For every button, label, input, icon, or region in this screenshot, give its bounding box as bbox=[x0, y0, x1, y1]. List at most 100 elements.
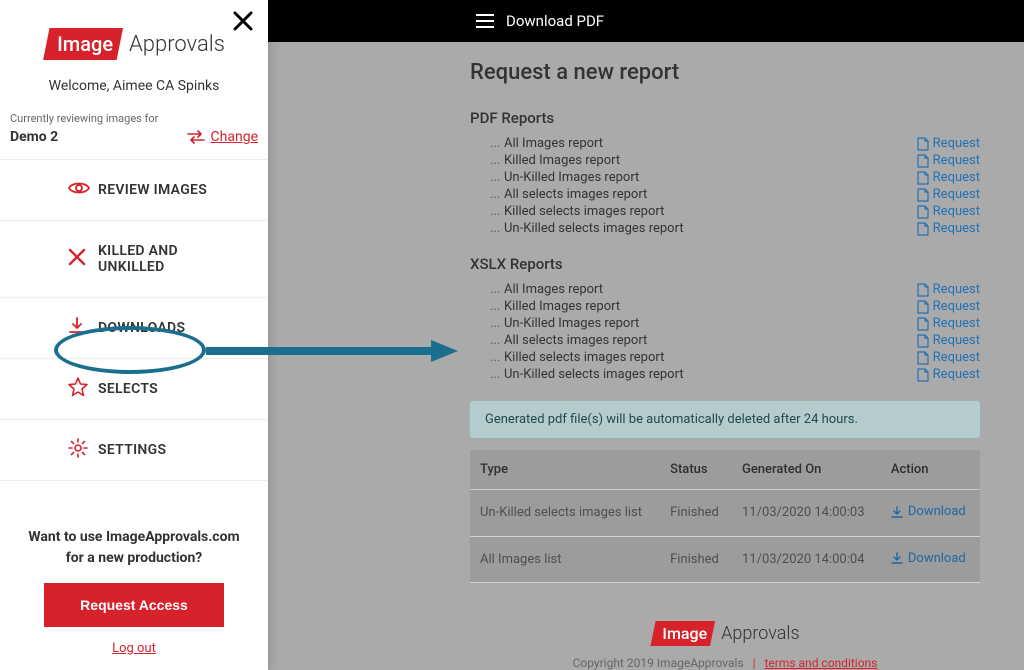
nav-label: REVIEW IMAGES bbox=[98, 182, 207, 198]
report-row: All selects images report Request bbox=[470, 186, 980, 203]
pdf-report-list: All Images reportRequestKilled Images re… bbox=[470, 135, 980, 237]
change-project-link[interactable]: Change bbox=[187, 129, 258, 145]
nav-label: SETTINGS bbox=[98, 442, 166, 458]
nav-label: DOWNLOADS bbox=[98, 320, 185, 336]
logo-mark: Image bbox=[43, 28, 123, 60]
project-row: Demo 2 Change bbox=[0, 129, 268, 160]
request-access-button[interactable]: Request Access bbox=[44, 583, 224, 627]
col-generated: Generated On bbox=[732, 450, 881, 490]
gear-icon bbox=[68, 438, 88, 462]
request-link[interactable]: Request bbox=[917, 282, 980, 297]
cell-generated: 11/03/2020 14:00:04 bbox=[732, 536, 881, 583]
footer-logo-mark: Image bbox=[650, 621, 715, 646]
nav-selects[interactable]: SELECTS bbox=[0, 359, 268, 420]
request-link[interactable]: Request bbox=[917, 204, 980, 219]
request-link[interactable]: Request bbox=[917, 170, 980, 185]
eye-icon bbox=[68, 180, 90, 200]
cell-generated: 11/03/2020 14:00:03 bbox=[732, 490, 881, 537]
nav-downloads[interactable]: DOWNLOADS bbox=[0, 298, 268, 359]
notice-banner: Generated pdf file(s) will be automatica… bbox=[470, 401, 980, 438]
report-label: All selects images report bbox=[470, 333, 647, 348]
footer-separator: | bbox=[753, 656, 756, 670]
swap-icon bbox=[187, 130, 205, 144]
request-link[interactable]: Request bbox=[917, 367, 980, 382]
pdf-section-title: PDF Reports bbox=[470, 109, 980, 127]
download-icon bbox=[68, 317, 86, 339]
welcome-text: Welcome, Aimee CA Spinks bbox=[0, 70, 268, 112]
x-icon bbox=[68, 248, 86, 270]
col-type: Type bbox=[470, 450, 660, 490]
col-action: Action bbox=[881, 450, 980, 490]
download-link[interactable]: Download bbox=[891, 551, 966, 566]
report-row: Killed Images report Request bbox=[470, 152, 980, 169]
topbar: Download PDF bbox=[268, 0, 1024, 42]
project-name: Demo 2 bbox=[10, 129, 58, 145]
cta-text: Want to use ImageApprovals.com for a new… bbox=[26, 527, 242, 569]
cell-type: All Images list bbox=[470, 536, 660, 583]
col-status: Status bbox=[660, 450, 732, 490]
main-content: Request a new report PDF Reports All Ima… bbox=[470, 60, 980, 670]
xlsx-report-list: All Images reportRequestKilled Images re… bbox=[470, 281, 980, 383]
change-label: Change bbox=[211, 129, 258, 145]
logo: Image Approvals bbox=[0, 0, 268, 70]
cell-type: Un-Killed selects images list bbox=[470, 490, 660, 537]
request-link[interactable]: Request bbox=[917, 136, 980, 151]
report-label: Un-Killed Images report bbox=[470, 170, 639, 185]
star-icon bbox=[68, 377, 88, 401]
table-row: Un-Killed selects images listFinished11/… bbox=[470, 490, 980, 537]
request-link[interactable]: Request bbox=[917, 316, 980, 331]
report-row: Un-Killed selects images report Request bbox=[470, 366, 980, 383]
downloads-table: Type Status Generated On Action Un-Kille… bbox=[470, 450, 980, 583]
cta-block: Want to use ImageApprovals.com for a new… bbox=[0, 507, 268, 670]
table-row: All Images listFinished11/03/2020 14:00:… bbox=[470, 536, 980, 583]
report-label: Killed selects images report bbox=[470, 204, 664, 219]
report-row: Killed selects images report Request bbox=[470, 203, 980, 220]
logout-link[interactable]: Log out bbox=[26, 641, 242, 656]
logo-text: Approvals bbox=[129, 32, 225, 57]
request-link[interactable]: Request bbox=[917, 350, 980, 365]
cell-status: Finished bbox=[660, 490, 732, 537]
nav-label: SELECTS bbox=[98, 381, 158, 397]
report-row: Killed selects images report Request bbox=[470, 349, 980, 366]
nav: REVIEW IMAGES KILLED AND UNKILLED DOWNLO… bbox=[0, 160, 268, 481]
request-link[interactable]: Request bbox=[917, 187, 980, 202]
notice-text: Generated pdf file(s) will be automatica… bbox=[485, 412, 858, 427]
report-row: Un-Killed selects images report Request bbox=[470, 220, 980, 237]
request-link[interactable]: Request bbox=[917, 333, 980, 348]
report-label: All Images report bbox=[470, 282, 603, 297]
footer: Image Approvals Copyright 2019 ImageAppr… bbox=[470, 621, 980, 670]
report-row: Un-Killed Images report Request bbox=[470, 169, 980, 186]
footer-logo-text: Approvals bbox=[721, 623, 799, 644]
report-label: All Images report bbox=[470, 136, 603, 151]
nav-killed-unkilled[interactable]: KILLED AND UNKILLED bbox=[0, 221, 268, 298]
close-icon[interactable] bbox=[232, 10, 254, 36]
cell-status: Finished bbox=[660, 536, 732, 583]
report-label: Killed selects images report bbox=[470, 350, 664, 365]
report-label: Un-Killed Images report bbox=[470, 316, 639, 331]
report-row: All Images report Request bbox=[470, 281, 980, 298]
reviewing-label: Currently reviewing images for bbox=[0, 112, 268, 129]
copyright: Copyright 2019 ImageApprovals bbox=[573, 656, 744, 670]
report-row: All selects images report Request bbox=[470, 332, 980, 349]
report-label: All selects images report bbox=[470, 187, 647, 202]
nav-review-images[interactable]: REVIEW IMAGES bbox=[0, 160, 268, 221]
hamburger-icon[interactable] bbox=[476, 14, 494, 28]
report-row: All Images report Request bbox=[470, 135, 980, 152]
report-label: Killed Images report bbox=[470, 299, 620, 314]
request-link[interactable]: Request bbox=[917, 153, 980, 168]
report-row: Un-Killed Images report Request bbox=[470, 315, 980, 332]
nav-settings[interactable]: SETTINGS bbox=[0, 420, 268, 481]
request-link[interactable]: Request bbox=[917, 299, 980, 314]
request-link[interactable]: Request bbox=[917, 221, 980, 236]
report-label: Un-Killed selects images report bbox=[470, 221, 684, 236]
topbar-title: Download PDF bbox=[506, 12, 604, 30]
report-label: Un-Killed selects images report bbox=[470, 367, 684, 382]
nav-label: KILLED AND UNKILLED bbox=[98, 243, 248, 275]
xlsx-section-title: XSLX Reports bbox=[470, 255, 980, 273]
download-link[interactable]: Download bbox=[891, 504, 966, 519]
page-title: Request a new report bbox=[470, 60, 980, 85]
report-label: Killed Images report bbox=[470, 153, 620, 168]
sidebar: Image Approvals Welcome, Aimee CA Spinks… bbox=[0, 0, 268, 670]
terms-link[interactable]: terms and conditions bbox=[764, 656, 877, 670]
report-row: Killed Images report Request bbox=[470, 298, 980, 315]
